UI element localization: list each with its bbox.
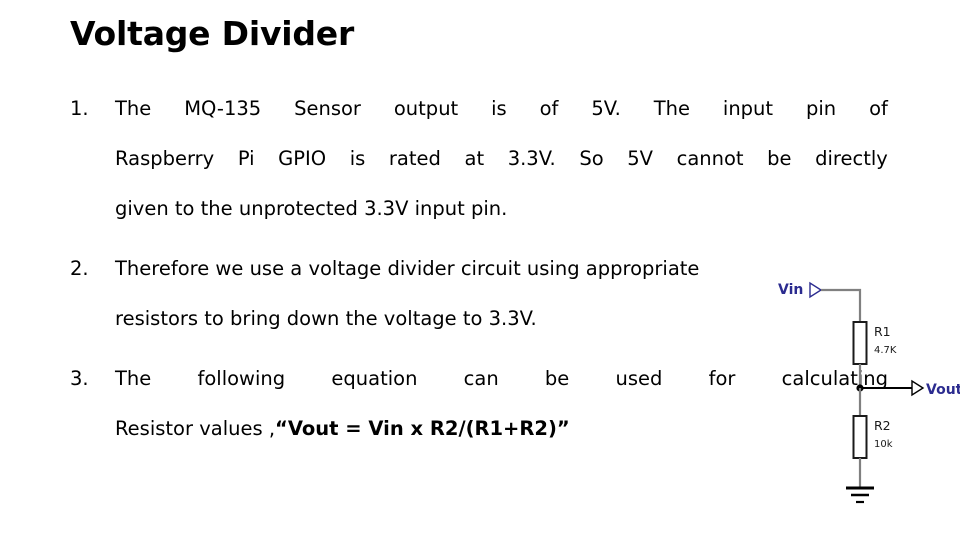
word: Pi <box>237 147 255 170</box>
resistor-r2-symbol <box>852 415 868 459</box>
r2-ref-label: R2 <box>874 418 891 433</box>
page-title: Voltage Divider <box>70 14 355 53</box>
word: rated <box>388 147 441 170</box>
list-item-line: The MQ-135 Sensor output is of 5V. The i… <box>115 84 888 134</box>
word: MQ-135 <box>184 97 262 120</box>
word: 5V <box>627 147 653 170</box>
voltage-divider-schematic: Vin R1 4.7K Vout R2 10k <box>770 276 960 521</box>
vin-port-triangle-icon <box>809 281 823 299</box>
word: 3.3V. <box>507 147 556 170</box>
word: can <box>463 367 499 390</box>
list-item-marker: 2. <box>70 257 89 280</box>
wire-vin-to-r1 <box>821 288 862 322</box>
word: The <box>653 97 690 120</box>
word: is <box>349 147 366 170</box>
word: cannot <box>676 147 744 170</box>
word: 5V. <box>591 97 621 120</box>
ground-symbol-icon <box>846 486 874 504</box>
word: following <box>197 367 286 390</box>
word: of <box>869 97 888 120</box>
vout-port-triangle-icon <box>911 379 925 397</box>
r2-value-label: 10k <box>874 439 893 450</box>
r1-ref-label: R1 <box>874 324 891 339</box>
list-item-line: Raspberry Pi GPIO is rated at 3.3V. So 5… <box>115 134 888 184</box>
word: output <box>393 97 459 120</box>
word: The <box>115 97 152 120</box>
voltage-divider-formula: “Vout = Vin x R2/(R1+R2)” <box>275 417 570 440</box>
word: at <box>464 147 485 170</box>
word: for <box>708 367 736 390</box>
vin-label: Vin <box>778 282 803 298</box>
word: be <box>767 147 792 170</box>
list-item-marker: 1. <box>70 97 89 120</box>
word: input <box>722 97 774 120</box>
slide-canvas: Voltage Divider 1. The MQ-135 Sensor out… <box>0 0 960 540</box>
word: used <box>615 367 663 390</box>
word: Raspberry <box>115 147 215 170</box>
word: directly <box>815 147 888 170</box>
list-item: 2. Therefore we use a voltage divider ci… <box>62 244 888 344</box>
word: pin <box>806 97 837 120</box>
schematic-svg: Vin R1 4.7K Vout R2 10k <box>778 281 960 504</box>
list-item-line: given to the unprotected 3.3V input pin. <box>115 197 508 220</box>
word: Sensor <box>294 97 361 120</box>
resistor-r1-symbol <box>852 321 868 365</box>
word: So <box>579 147 604 170</box>
list-item: 1. The MQ-135 Sensor output is of 5V. Th… <box>62 84 888 234</box>
content-list: 1. The MQ-135 Sensor output is of 5V. Th… <box>62 84 888 454</box>
word: equation <box>331 367 418 390</box>
word: The <box>115 367 152 390</box>
list-item-marker: 3. <box>70 367 89 390</box>
word: GPIO <box>278 147 327 170</box>
word: is <box>491 97 507 120</box>
vout-label: Vout <box>926 382 960 398</box>
word: of <box>539 97 559 120</box>
list-item: 3. The following equation can be used fo… <box>62 354 888 454</box>
r1-value-label: 4.7K <box>874 345 897 356</box>
word: be <box>544 367 570 390</box>
equation-lead-in: Resistor values , <box>115 417 276 440</box>
